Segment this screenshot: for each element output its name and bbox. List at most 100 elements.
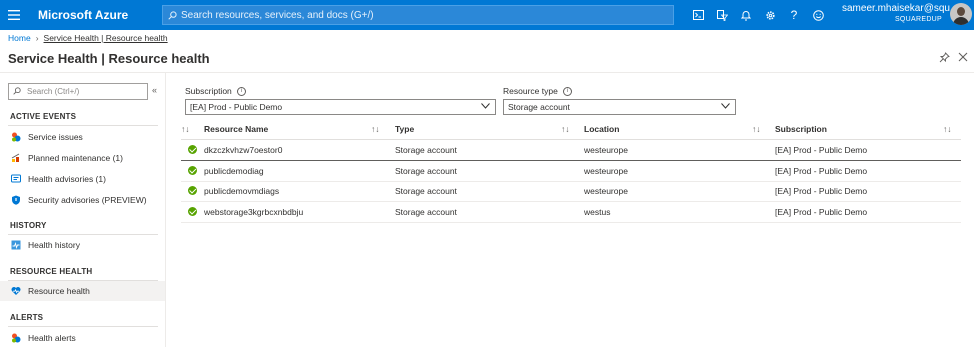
chevron-down-icon xyxy=(721,101,730,111)
resource-type-dropdown-value: Storage account xyxy=(508,102,570,112)
resource-name-cell[interactable]: dkzczkvhzw7oestor0 xyxy=(204,145,282,155)
health-alerts-icon xyxy=(11,333,21,343)
breadcrumb-current[interactable]: Service Health | Resource health xyxy=(44,33,168,43)
hamburger-icon[interactable] xyxy=(0,0,28,30)
sidebar-item-resource-health[interactable]: Resource health xyxy=(0,281,165,301)
location-cell: westeurope xyxy=(584,186,628,196)
brand-title[interactable]: Microsoft Azure xyxy=(38,8,160,22)
sidebar-item-health-alerts[interactable]: Health alerts xyxy=(0,328,165,348)
sidebar-item-planned-maintenance[interactable]: Planned maintenance (1) xyxy=(0,148,165,168)
subscription-dropdown[interactable]: [EA] Prod - Public Demo xyxy=(185,99,496,115)
health-history-icon xyxy=(11,240,21,250)
sidebar-item-label: Service issues xyxy=(28,132,83,142)
location-cell: westeurope xyxy=(584,145,628,155)
sidebar-item-health-history[interactable]: Health history xyxy=(0,235,165,255)
avatar[interactable] xyxy=(950,3,972,25)
sidebar-item-health-advisories[interactable]: Health advisories (1) xyxy=(0,169,165,189)
resource-type-label: Resource type i xyxy=(503,86,572,96)
sidebar: Search (Ctrl+/) « ACTIVE EVENTS Service … xyxy=(0,73,166,347)
search-icon xyxy=(13,86,21,97)
subscription-label: Subscription i xyxy=(185,86,246,96)
notifications-icon[interactable] xyxy=(736,0,756,30)
sidebar-item-label: Planned maintenance (1) xyxy=(28,153,123,163)
sidebar-item-label: Health advisories (1) xyxy=(28,174,106,184)
resource-type-dropdown[interactable]: Storage account xyxy=(503,99,736,115)
resource-name-cell[interactable]: webstorage3kgrbcxnbdbju xyxy=(204,207,303,217)
global-search-placeholder: Search resources, services, and docs (G+… xyxy=(181,9,374,21)
service-issues-icon xyxy=(11,132,21,142)
type-cell: Storage account xyxy=(395,166,457,176)
available-status-icon xyxy=(188,207,197,216)
account-name: sameer.mhaisekar@squ... xyxy=(842,3,959,14)
sidebar-item-label: Health history xyxy=(28,240,80,250)
subscription-cell: [EA] Prod - Public Demo xyxy=(775,207,868,217)
table-row[interactable]: dkzczkvhzw7oestor0 Storage account weste… xyxy=(181,140,961,160)
sidebar-search-placeholder: Search (Ctrl+/) xyxy=(27,87,80,96)
row-divider xyxy=(181,222,961,223)
available-status-icon xyxy=(188,145,197,154)
section-title-active-events: ACTIVE EVENTS xyxy=(10,112,77,121)
column-header-resource-name[interactable]: Resource Name xyxy=(204,124,268,134)
health-advisories-icon xyxy=(11,174,21,184)
resource-name-cell[interactable]: publicdemovmdiags xyxy=(204,186,279,196)
type-cell: Storage account xyxy=(395,207,457,217)
close-icon[interactable] xyxy=(958,52,968,66)
info-icon[interactable]: i xyxy=(236,86,246,96)
subscription-label-text: Subscription xyxy=(185,86,232,96)
breadcrumb: Home › Service Health | Resource health xyxy=(8,33,168,43)
security-advisories-icon xyxy=(11,195,21,205)
subscription-cell: [EA] Prod - Public Demo xyxy=(775,166,868,176)
location-cell: westeurope xyxy=(584,166,628,176)
info-icon[interactable]: i xyxy=(562,86,572,96)
available-status-icon xyxy=(188,166,197,175)
collapse-sidebar-icon[interactable]: « xyxy=(152,85,157,95)
section-divider xyxy=(8,326,158,327)
sidebar-item-label: Resource health xyxy=(28,286,90,296)
cloud-shell-icon[interactable] xyxy=(688,0,708,30)
section-title-history: HISTORY xyxy=(10,221,47,230)
sidebar-item-label: Security advisories (PREVIEW) xyxy=(28,195,147,205)
resource-health-icon xyxy=(11,286,21,296)
account-tenant: SQUAREDUP xyxy=(894,16,942,23)
page-title: Service Health | Resource health xyxy=(8,51,210,66)
location-cell: westus xyxy=(584,207,611,217)
resource-type-label-text: Resource type xyxy=(503,86,558,96)
help-icon[interactable]: ? xyxy=(784,0,804,30)
feedback-icon[interactable] xyxy=(808,0,828,30)
account-info[interactable]: sameer.mhaisekar@squ... SQUAREDUP xyxy=(842,3,959,25)
pin-icon[interactable] xyxy=(939,52,950,66)
column-header-type[interactable]: Type xyxy=(395,124,414,134)
subscription-dropdown-value: [EA] Prod - Public Demo xyxy=(190,102,283,112)
global-search-input[interactable]: Search resources, services, and docs (G+… xyxy=(162,5,674,25)
sort-icon[interactable]: ↑↓ xyxy=(943,124,952,134)
planned-maintenance-icon xyxy=(11,153,21,163)
sort-icon[interactable]: ↑↓ xyxy=(561,124,570,134)
column-header-location[interactable]: Location xyxy=(584,124,619,134)
settings-icon[interactable] xyxy=(760,0,780,30)
type-cell: Storage account xyxy=(395,145,457,155)
resource-name-cell[interactable]: publicdemodiag xyxy=(204,166,264,176)
sidebar-search-input[interactable]: Search (Ctrl+/) xyxy=(8,83,148,100)
section-title-resource-health: RESOURCE HEALTH xyxy=(10,267,93,276)
breadcrumb-home[interactable]: Home xyxy=(8,33,31,43)
directory-filter-icon[interactable] xyxy=(712,0,732,30)
section-divider xyxy=(8,125,158,126)
type-cell: Storage account xyxy=(395,186,457,196)
chevron-down-icon xyxy=(481,101,490,111)
table-row[interactable]: webstorage3kgrbcxnbdbju Storage account … xyxy=(181,202,961,222)
search-icon xyxy=(163,10,181,20)
table-row[interactable]: publicdemodiag Storage account westeurop… xyxy=(181,161,961,181)
table-row[interactable]: publicdemovmdiags Storage account westeu… xyxy=(181,181,961,201)
subscription-cell: [EA] Prod - Public Demo xyxy=(775,186,868,196)
section-title-alerts: ALERTS xyxy=(10,313,44,322)
column-header-subscription[interactable]: Subscription xyxy=(775,124,827,134)
sidebar-item-security-advisories[interactable]: Security advisories (PREVIEW) xyxy=(0,190,165,210)
sort-icon[interactable]: ↑↓ xyxy=(371,124,380,134)
sidebar-item-service-issues[interactable]: Service issues xyxy=(0,127,165,147)
chevron-right-icon: › xyxy=(35,33,39,43)
sort-icon[interactable]: ↑↓ xyxy=(181,124,190,134)
sort-icon[interactable]: ↑↓ xyxy=(752,124,761,134)
sidebar-item-label: Health alerts xyxy=(28,333,76,343)
available-status-icon xyxy=(188,186,197,195)
subscription-cell: [EA] Prod - Public Demo xyxy=(775,145,868,155)
